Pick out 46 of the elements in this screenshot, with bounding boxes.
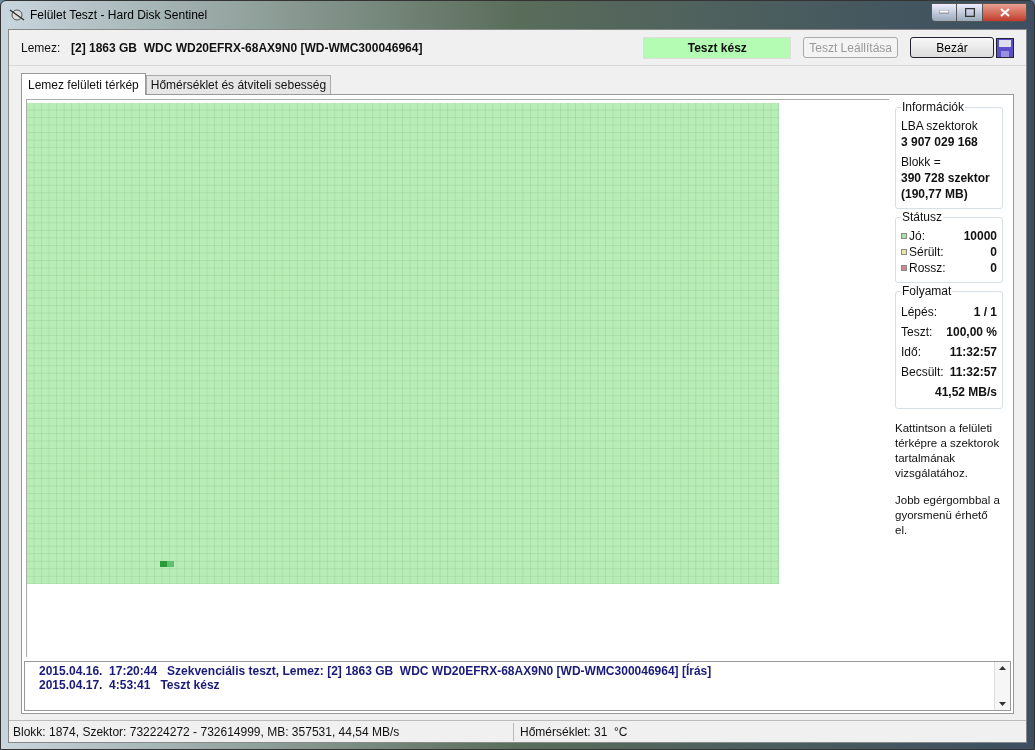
scroll-up-icon[interactable]	[999, 666, 1006, 670]
status-label: Rossz:	[909, 260, 946, 276]
status-bar-temperature: Hőmérséklet: 31 °C	[519, 723, 628, 741]
window-title: Felület Teszt - Hard Disk Sentinel	[30, 7, 208, 24]
scrollbar[interactable]	[994, 662, 1010, 710]
status-count: 10000	[963, 228, 997, 244]
scroll-down-icon[interactable]	[999, 702, 1006, 706]
tab[interactable]: Hőmérséklet és átviteli sebesség	[145, 75, 332, 94]
disk-label: Lemez:	[21, 39, 62, 57]
status-label: Sérült:	[909, 244, 944, 260]
hint-text: Jobb egérgombbal a gyorsmenü érhető el.	[895, 493, 1001, 538]
close-icon	[999, 7, 1010, 17]
progress-value: 100,00 %	[946, 324, 997, 341]
test-status: Teszt kész	[643, 36, 792, 59]
progress-label: Becsült:	[901, 364, 944, 381]
group-title: Folyamat	[901, 284, 953, 298]
log-line: 2015.04.16. 17:20:44 Szekvenciális teszt, Lemez: [2] 1863 GB WDC WD20EFRX-68AX9N0 [WD-WMC300046964] [Írás]	[39, 664, 713, 678]
status-count: 0	[990, 244, 997, 260]
progress-label: Idő:	[901, 344, 921, 361]
block-label: Blokk =	[901, 154, 942, 170]
progress-value: 11:32:57	[949, 344, 997, 361]
transfer-speed: 41,52 MB/s	[934, 384, 997, 401]
maximize-button[interactable]	[957, 2, 983, 22]
close-dialog-button[interactable]: Bezár	[910, 37, 994, 58]
status-label: Jó:	[909, 228, 925, 244]
app-icon	[8, 8, 26, 22]
progress-value: 1 / 1	[973, 304, 997, 321]
block-value: 390 728 szektor	[901, 170, 991, 186]
lba-value: 3 907 029 168	[901, 134, 979, 150]
tab[interactable]: Lemez felületi térkép	[21, 73, 146, 95]
group-title: Információk	[901, 100, 966, 114]
block-size: (190,77 MB)	[901, 186, 969, 202]
minimize-button[interactable]	[931, 2, 957, 22]
minimize-icon	[939, 10, 949, 14]
hint-text: Kattintson a felületi térképre a szektorok tartalmának vizsgálatához.	[895, 421, 1001, 481]
maximize-icon	[964, 7, 975, 17]
progress-label: Teszt:	[901, 324, 933, 341]
status-bar-block: Blokk: 1874, Szektor: 732224272 - 732614999, MB: 357531, 44,54 MB/s	[9, 722, 514, 741]
close-button[interactable]	[983, 2, 1027, 22]
lba-label: LBA szektorok	[901, 118, 979, 134]
progress-label: Lépés:	[901, 304, 938, 321]
log-line: 2015.04.17. 4:53:41 Teszt kész	[39, 678, 221, 692]
group-title: Státusz	[901, 210, 944, 224]
disk-value: [2] 1863 GB WDC WD20EFRX-68AX9N0 [WD-WMC300046964]	[71, 39, 423, 57]
progress-value: 11:32:57	[949, 364, 997, 381]
status-count: 0	[990, 260, 997, 276]
